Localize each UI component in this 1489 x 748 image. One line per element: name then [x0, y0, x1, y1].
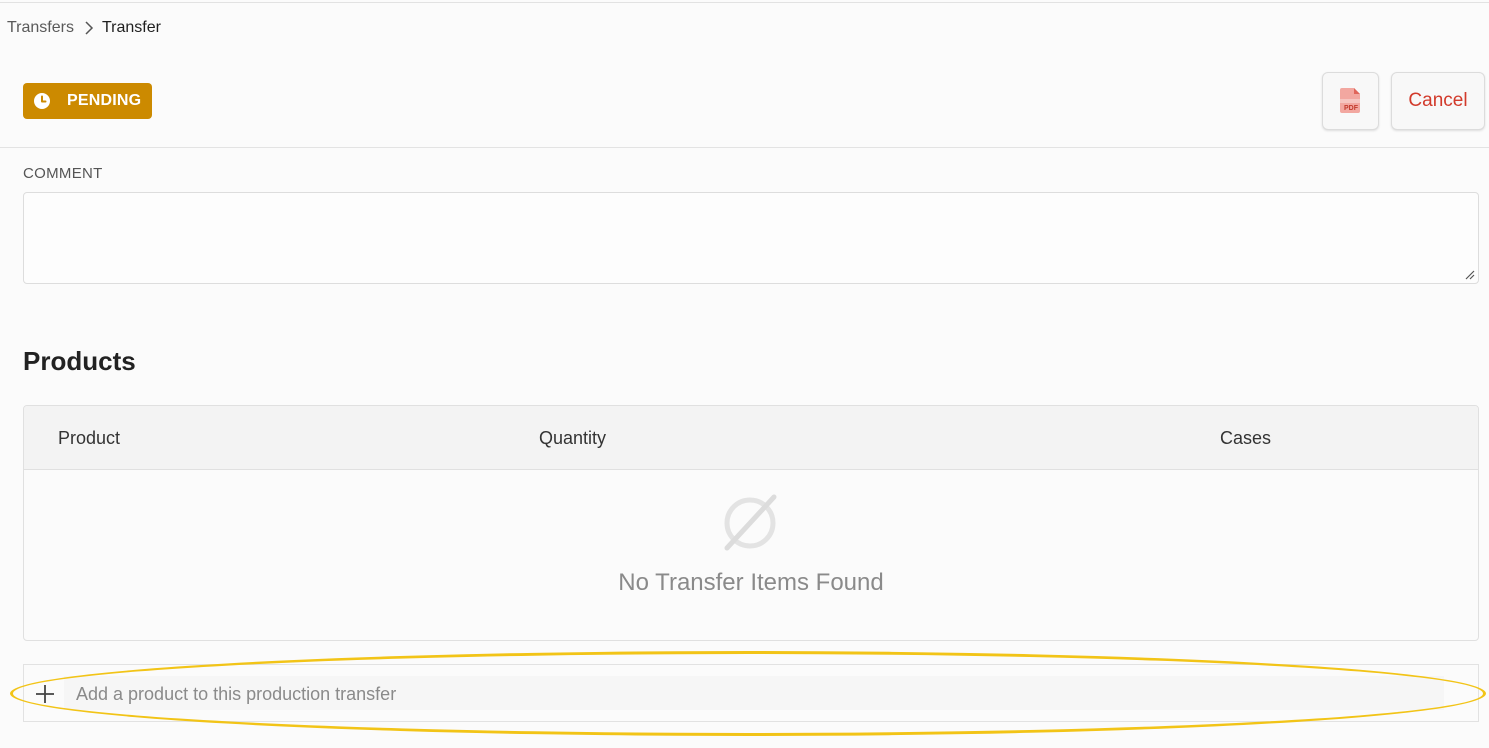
- comment-textarea[interactable]: [23, 192, 1479, 284]
- add-product-row: [23, 664, 1479, 722]
- resize-handle-icon[interactable]: [1463, 268, 1475, 280]
- column-header-cases[interactable]: Cases: [1220, 428, 1271, 449]
- breadcrumb: Transfers Transfer: [7, 19, 161, 37]
- cancel-button[interactable]: Cancel: [1391, 72, 1485, 130]
- top-divider: [0, 2, 1489, 3]
- empty-set-icon: [724, 494, 777, 551]
- column-header-product[interactable]: Product: [58, 428, 120, 449]
- add-product-input[interactable]: [76, 679, 1456, 709]
- svg-text:PDF: PDF: [1344, 105, 1359, 112]
- header-divider: [0, 147, 1489, 148]
- column-header-quantity[interactable]: Quantity: [539, 428, 606, 449]
- plus-icon[interactable]: [34, 683, 56, 705]
- products-table: Product Quantity Cases No Transfer Items…: [23, 405, 1479, 641]
- breadcrumb-transfers-link[interactable]: Transfers: [7, 19, 74, 37]
- table-header: Product Quantity Cases: [24, 406, 1478, 470]
- chevron-right-icon: [80, 19, 98, 37]
- clock-icon: [33, 92, 51, 110]
- empty-state-message: No Transfer Items Found: [618, 569, 884, 596]
- download-pdf-button[interactable]: PDF: [1322, 72, 1379, 130]
- status-label: PENDING: [67, 92, 142, 109]
- breadcrumb-current: Transfer: [101, 19, 161, 36]
- transfer-page: Transfers Transfer PENDING PDF Cancel CO…: [0, 0, 1489, 748]
- pdf-file-icon: PDF: [1339, 88, 1360, 113]
- products-heading: Products: [23, 346, 136, 376]
- status-badge: PENDING: [23, 83, 152, 119]
- comment-label: COMMENT: [23, 165, 103, 182]
